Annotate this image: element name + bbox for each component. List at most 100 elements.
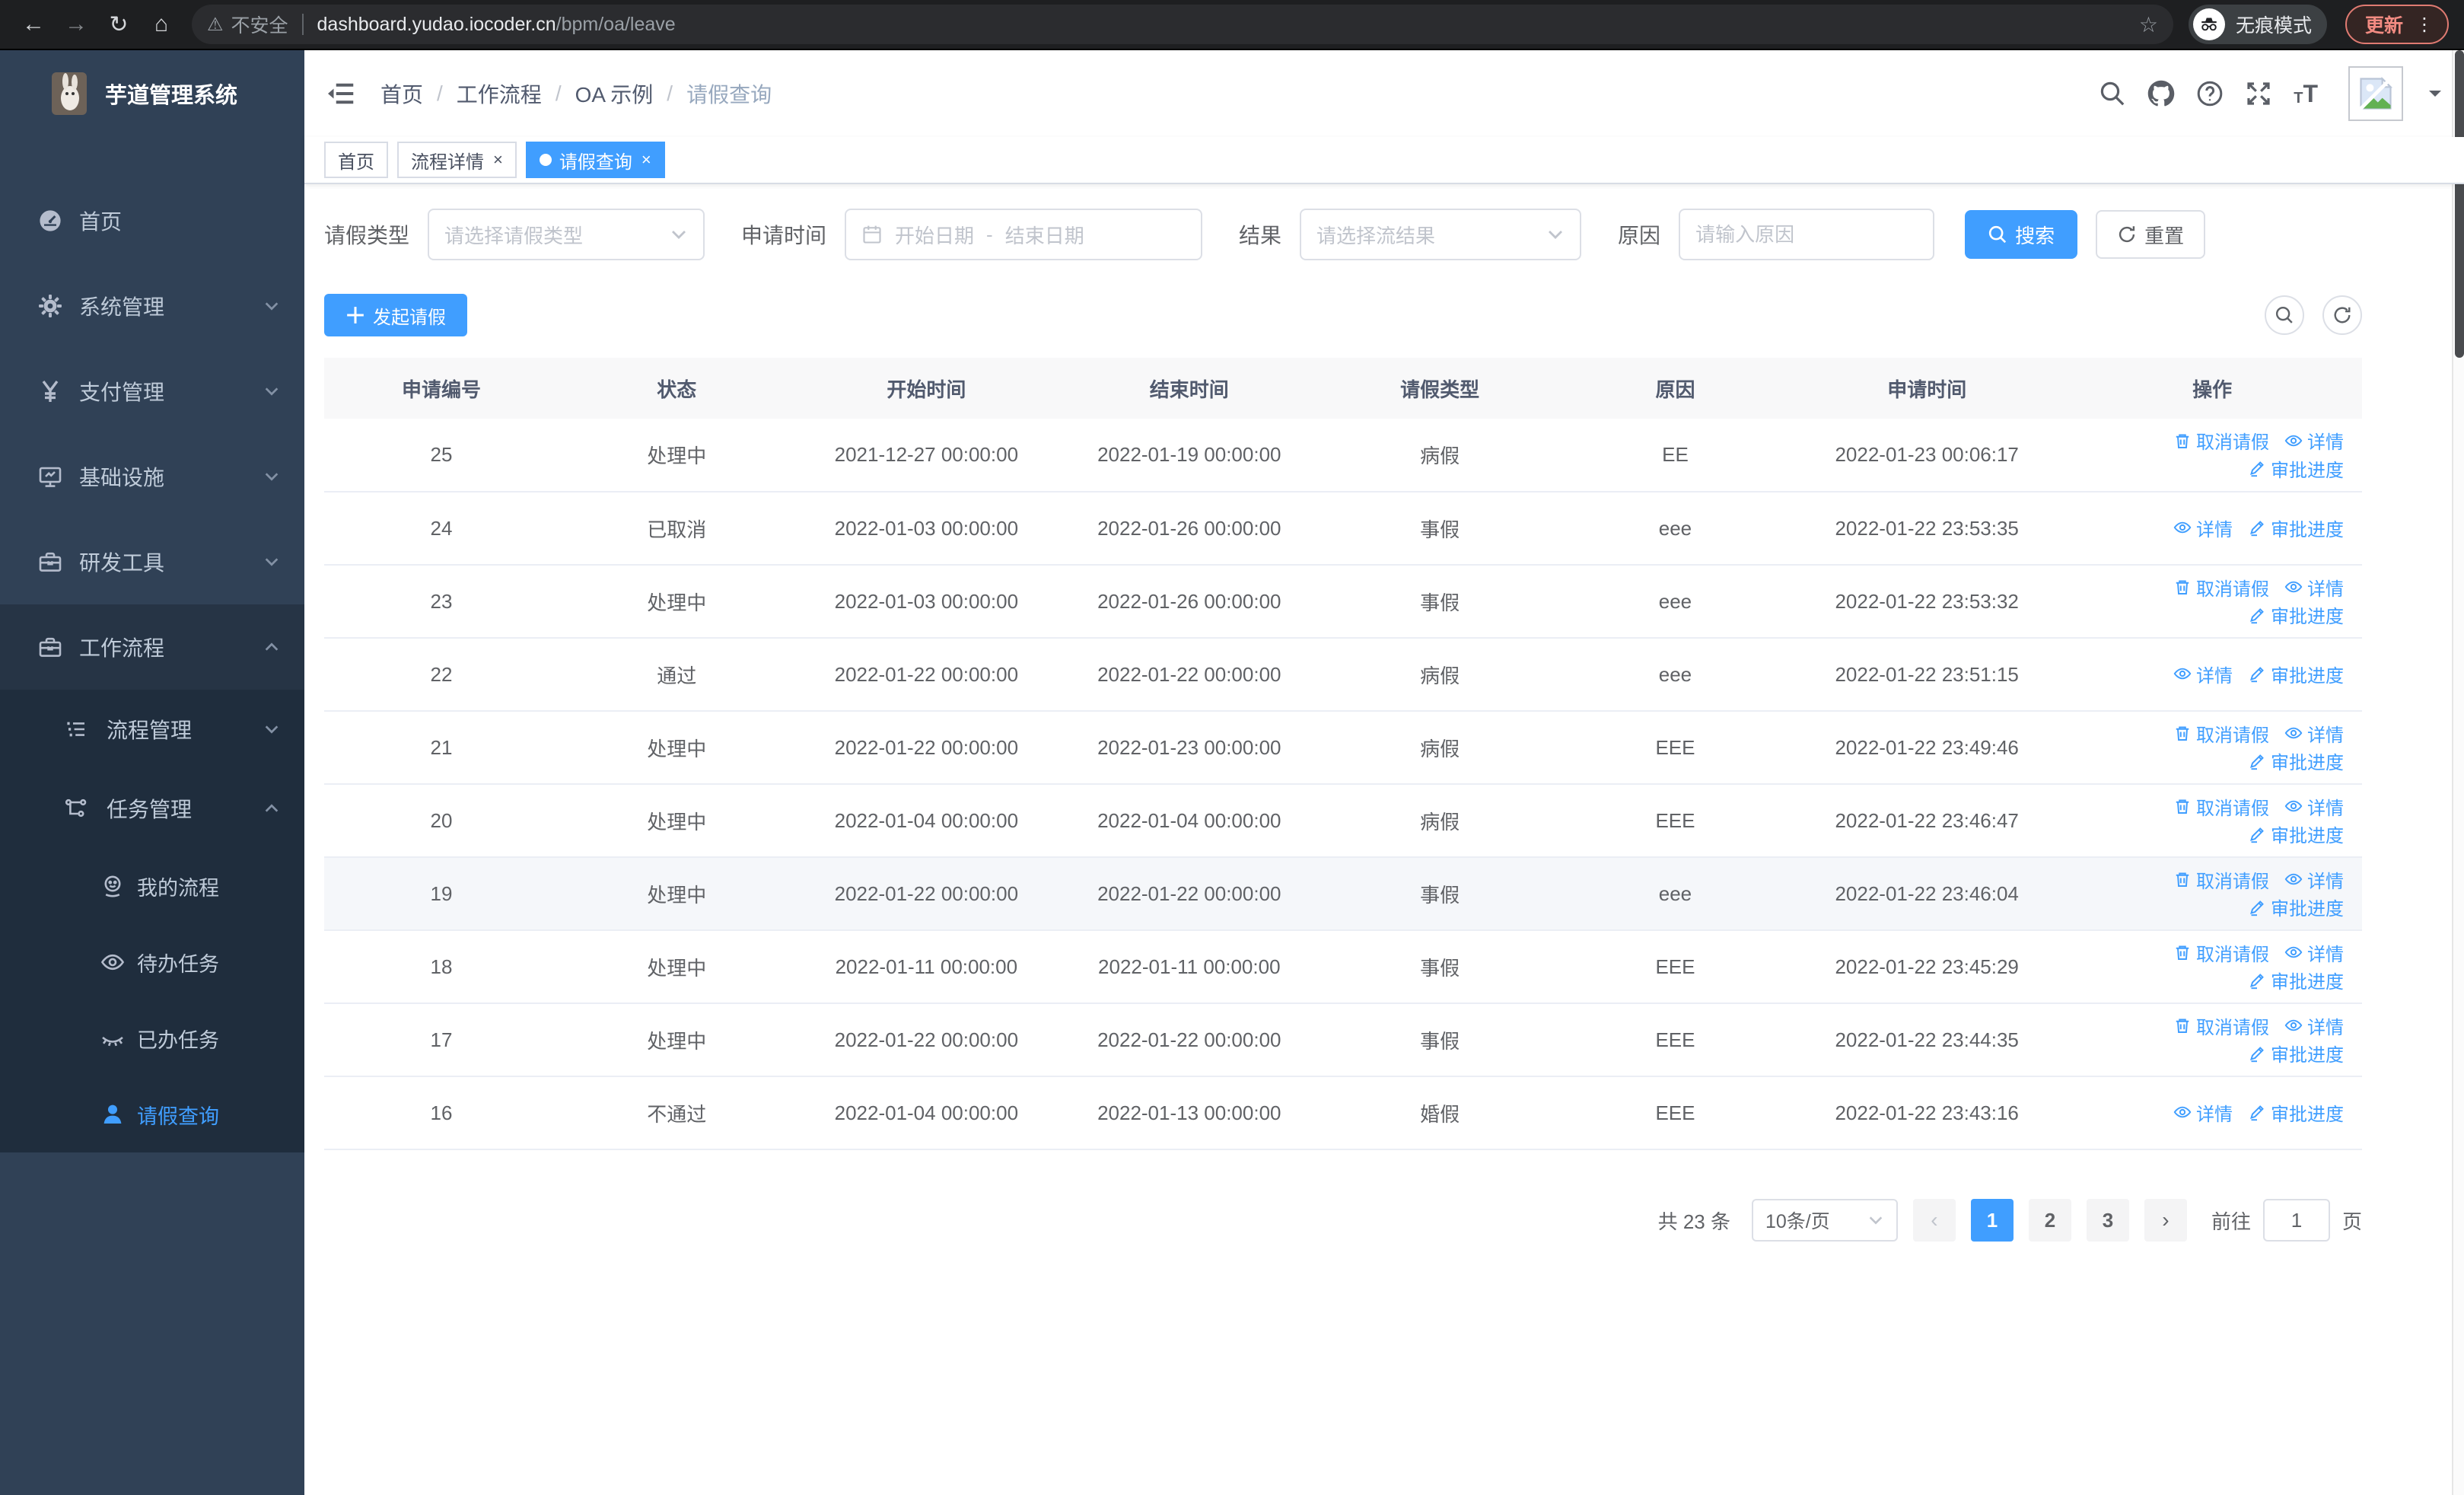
- search-button[interactable]: 搜索: [1965, 210, 2078, 259]
- warning-icon: ⚠: [207, 14, 224, 35]
- cancel-leave-link[interactable]: 取消请假: [2173, 427, 2269, 454]
- approval-progress-link[interactable]: 审批进度: [2248, 821, 2344, 847]
- cancel-leave-link[interactable]: 取消请假: [2173, 1012, 2269, 1039]
- detail-link[interactable]: 详情: [2284, 1012, 2344, 1039]
- address-bar[interactable]: ⚠ 不安全 dashboard.yudao.iocoder.cn /bpm/oa…: [192, 5, 2173, 44]
- sidebar-item-done-tasks[interactable]: 已办任务: [0, 1000, 304, 1076]
- prev-page-button[interactable]: ‹: [1912, 1199, 1956, 1242]
- sidebar-item-task-mgmt[interactable]: 任务管理: [0, 769, 304, 848]
- detail-link[interactable]: 详情: [2173, 661, 2233, 687]
- detail-link[interactable]: 详情: [2284, 720, 2344, 747]
- approval-progress-link[interactable]: 审批进度: [2248, 455, 2344, 482]
- font-size-icon[interactable]: TT: [2294, 81, 2318, 106]
- search-icon[interactable]: [2099, 80, 2126, 107]
- page-button-1[interactable]: 1: [1970, 1199, 2014, 1242]
- detail-link[interactable]: 详情: [2284, 427, 2344, 454]
- breadcrumb-item[interactable]: 首页: [380, 78, 423, 109]
- approval-progress-link[interactable]: 审批进度: [2248, 1040, 2344, 1066]
- refresh-table-button[interactable]: [2322, 295, 2362, 335]
- browser-menu-icon[interactable]: ⋮: [2415, 14, 2434, 36]
- yen-icon: [38, 379, 62, 403]
- reset-button[interactable]: 重置: [2096, 210, 2206, 259]
- close-tab-icon[interactable]: ×: [493, 150, 503, 170]
- cell-reason: eee: [1558, 565, 1792, 639]
- detail-link[interactable]: 详情: [2173, 1099, 2233, 1126]
- toggle-search-button[interactable]: [2265, 295, 2304, 335]
- cancel-leave-link[interactable]: 取消请假: [2173, 720, 2269, 747]
- github-icon[interactable]: [2147, 80, 2175, 107]
- approval-progress-link[interactable]: 审批进度: [2248, 515, 2344, 541]
- detail-link[interactable]: 详情: [2284, 939, 2344, 966]
- approval-progress-link[interactable]: 审批进度: [2248, 1099, 2344, 1126]
- browser-update-button[interactable]: 更新 ⋮: [2345, 5, 2449, 44]
- table-header-操作: 操作: [2062, 358, 2362, 419]
- sidebar-item-system[interactable]: 系统管理: [0, 263, 304, 349]
- sidebar-item-label: 工作流程: [79, 636, 165, 660]
- browser-back-icon[interactable]: ←: [15, 6, 52, 43]
- detail-link[interactable]: 详情: [2284, 574, 2344, 601]
- sidebar-item-leave-query[interactable]: 请假查询: [0, 1076, 304, 1152]
- cancel-leave-link[interactable]: 取消请假: [2173, 793, 2269, 820]
- page-scrollbar[interactable]: [2452, 50, 2464, 1495]
- create-leave-button[interactable]: 发起请假: [324, 294, 467, 336]
- eye-icon: [2284, 724, 2303, 742]
- detail-link[interactable]: 详情: [2284, 866, 2344, 893]
- result-select[interactable]: 请选择流结果: [1300, 209, 1582, 260]
- reason-input[interactable]: [1695, 222, 1918, 247]
- sidebar-item-infra[interactable]: 基础设施: [0, 434, 304, 519]
- detail-link[interactable]: 详情: [2284, 793, 2344, 820]
- detail-link[interactable]: 详情: [2173, 515, 2233, 541]
- eye-icon: [2284, 578, 2303, 596]
- page-size-select[interactable]: 10条/页: [1751, 1199, 1898, 1242]
- cancel-leave-link[interactable]: 取消请假: [2173, 574, 2269, 601]
- browser-chrome: ← → ↻ ⌂ ⚠ 不安全 dashboard.yudao.iocoder.cn…: [0, 0, 2464, 50]
- sidebar-item-home[interactable]: 首页: [0, 178, 304, 263]
- browser-home-icon[interactable]: ⌂: [143, 6, 180, 43]
- bookmark-star-icon[interactable]: ☆: [2139, 12, 2158, 37]
- cell-reason: eee: [1558, 638, 1792, 712]
- sidebar-item-process-mgmt[interactable]: 流程管理: [0, 690, 304, 769]
- page-button-3[interactable]: 3: [2086, 1199, 2129, 1242]
- breadcrumb-item[interactable]: 工作流程: [457, 78, 542, 109]
- browser-forward-icon[interactable]: →: [58, 6, 94, 43]
- approval-progress-link[interactable]: 审批进度: [2248, 967, 2344, 993]
- sidebar-toggle-icon[interactable]: [326, 78, 356, 109]
- apply-time-range-picker[interactable]: 开始日期 - 结束日期: [845, 209, 1203, 260]
- cell-end: 2022-01-13 00:00:00: [1058, 1076, 1321, 1150]
- help-icon[interactable]: [2196, 80, 2224, 107]
- scrollbar-thumb[interactable]: [2455, 50, 2464, 358]
- tab-首页[interactable]: 首页: [324, 142, 388, 178]
- approval-progress-link[interactable]: 审批进度: [2248, 601, 2344, 628]
- cell-status: 通过: [558, 638, 795, 712]
- goto-page-input[interactable]: [2262, 1199, 2330, 1242]
- tab-请假查询[interactable]: 请假查询 ×: [525, 142, 665, 178]
- sidebar-item-workflow[interactable]: 工作流程: [0, 604, 304, 690]
- app-logo-row[interactable]: 芋道管理系统: [0, 50, 304, 137]
- tab-流程详情[interactable]: 流程详情 ×: [397, 142, 517, 178]
- cell-id: 18: [324, 930, 559, 1004]
- sidebar-item-payment[interactable]: 支付管理: [0, 349, 304, 434]
- cancel-leave-link[interactable]: 取消请假: [2173, 939, 2269, 966]
- avatar-caret-icon[interactable]: [2427, 86, 2443, 101]
- sidebar-item-todo-tasks[interactable]: 待办任务: [0, 924, 304, 1000]
- next-page-button[interactable]: ›: [2144, 1199, 2187, 1242]
- action-label: 详情: [2196, 1104, 2233, 1125]
- cell-applied: 2022-01-22 23:46:04: [1791, 857, 2063, 931]
- approval-progress-link[interactable]: 审批进度: [2248, 894, 2344, 920]
- fullscreen-icon[interactable]: [2245, 80, 2272, 107]
- approval-progress-link[interactable]: 审批进度: [2248, 748, 2344, 774]
- breadcrumb-item[interactable]: OA 示例: [575, 78, 654, 109]
- cancel-leave-link[interactable]: 取消请假: [2173, 866, 2269, 893]
- pen-icon: [2248, 1103, 2266, 1121]
- chevron-down-icon: [263, 468, 280, 485]
- close-tab-icon[interactable]: ×: [641, 150, 651, 170]
- browser-reload-icon[interactable]: ↻: [100, 6, 137, 43]
- page-button-2[interactable]: 2: [2028, 1199, 2071, 1242]
- approval-progress-link[interactable]: 审批进度: [2248, 661, 2344, 687]
- leave-type-select[interactable]: 请选择请假类型: [428, 209, 705, 260]
- sidebar-item-my-process[interactable]: 我的流程: [0, 848, 304, 924]
- avatar[interactable]: [2348, 66, 2403, 121]
- action-label: 取消请假: [2196, 1017, 2269, 1038]
- sidebar-item-devtools[interactable]: 研发工具: [0, 519, 304, 604]
- table-row: 25 处理中 2021-12-27 00:00:00 2022-01-19 00:00…: [324, 419, 2362, 492]
